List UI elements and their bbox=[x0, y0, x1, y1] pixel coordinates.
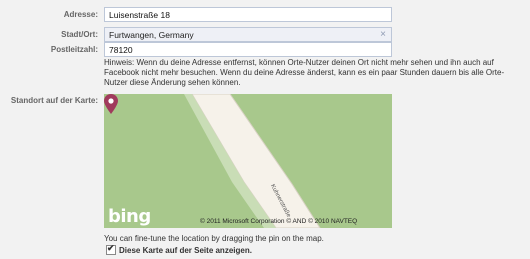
address-hint: Hinweis: Wenn du deine Adresse entfernst… bbox=[104, 58, 505, 87]
postal-code-label: Postleitzahl: bbox=[50, 45, 98, 54]
map[interactable]: Kuhnerstraße bing © 2011 Microsoft Corpo… bbox=[104, 94, 392, 228]
address-label: Adresse: bbox=[63, 10, 98, 19]
map-label: Standort auf der Karte: bbox=[10, 96, 98, 105]
close-icon[interactable]: × bbox=[378, 30, 388, 40]
map-pin-icon[interactable] bbox=[104, 94, 118, 114]
fine-tune-hint: You can fine-tune the location by draggi… bbox=[104, 234, 324, 243]
city-label: Stadt/Ort: bbox=[61, 30, 98, 39]
show-on-page-label: Diese Karte auf der Seite anzeigen. bbox=[119, 245, 252, 255]
city-field[interactable]: Furtwangen, Germany bbox=[104, 27, 392, 42]
address-field[interactable]: Luisenstraße 18 bbox=[104, 7, 392, 22]
checkmark-icon[interactable] bbox=[106, 243, 116, 255]
bing-logo: bing bbox=[108, 206, 151, 227]
postal-code-field[interactable]: 78120 bbox=[104, 42, 392, 57]
map-copyright: © 2011 Microsoft Corporation © AND © 201… bbox=[200, 218, 358, 225]
show-on-page-option[interactable]: Diese Karte auf der Seite anzeigen. bbox=[106, 243, 252, 255]
